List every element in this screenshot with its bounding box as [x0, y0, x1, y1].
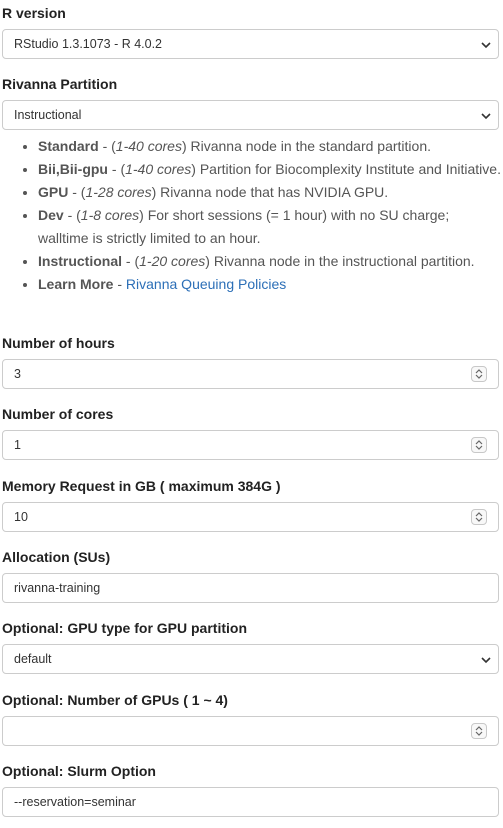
allocation-value: rivanna-training: [14, 581, 101, 595]
partition-name: Bii,Bii-gpu: [38, 161, 108, 177]
slurm-input[interactable]: --reservation=seminar: [2, 787, 499, 817]
memory-spinner-icon[interactable]: [471, 509, 487, 525]
gpu-type-select[interactable]: default: [2, 644, 499, 674]
memory-input[interactable]: 10: [2, 502, 499, 532]
hours-label: Number of hours: [2, 335, 115, 351]
cores-value: 1: [14, 438, 21, 452]
num-gpus-input[interactable]: [2, 716, 499, 746]
partition-item-learn-more: Learn More - Rivanna Queuing Policies: [38, 273, 501, 296]
partition-name: Dev: [38, 207, 64, 223]
partition-select[interactable]: Instructional: [2, 100, 499, 130]
cores-label: Number of cores: [2, 406, 114, 422]
partition-name: Instructional: [38, 253, 123, 269]
gpu-type-label: Optional: GPU type for GPU partition: [2, 620, 247, 636]
queuing-policies-link[interactable]: Rivanna Queuing Policies: [126, 276, 286, 292]
partition-descriptions: Standard - (1-40 cores) Rivanna node in …: [0, 135, 501, 296]
chevron-down-icon: [481, 657, 491, 664]
partition-label: Rivanna Partition: [2, 76, 118, 92]
partition-item-dev: Dev - (1-8 cores) For short sessions (= …: [38, 204, 501, 250]
learn-more-label: Learn More: [38, 276, 114, 292]
slurm-label: Optional: Slurm Option: [2, 763, 156, 779]
allocation-label: Allocation (SUs): [2, 549, 111, 565]
partition-item-bii: Bii,Bii-gpu - (1-40 cores) Partition for…: [38, 158, 501, 181]
hours-spinner-icon[interactable]: [471, 366, 487, 382]
session-form: R version RStudio 1.3.1073 - R 4.0.2 Riv…: [0, 0, 503, 828]
allocation-input[interactable]: rivanna-training: [2, 573, 499, 603]
slurm-value: --reservation=seminar: [14, 795, 136, 809]
chevron-down-icon: [481, 113, 491, 120]
partition-name: Standard: [38, 138, 99, 154]
partition-item-instructional: Instructional - (1-20 cores) Rivanna nod…: [38, 250, 501, 273]
r-version-select[interactable]: RStudio 1.3.1073 - R 4.0.2: [2, 29, 499, 59]
partition-selected: Instructional: [14, 108, 82, 122]
partition-name: GPU: [38, 184, 69, 200]
num-gpus-spinner-icon[interactable]: [471, 723, 487, 739]
hours-value: 3: [14, 367, 21, 381]
num-gpus-label: Optional: Number of GPUs ( 1 ~ 4): [2, 692, 228, 708]
cores-input[interactable]: 1: [2, 430, 499, 460]
r-version-selected: RStudio 1.3.1073 - R 4.0.2: [14, 37, 163, 51]
partition-item-gpu: GPU - (1-28 cores) Rivanna node that has…: [38, 181, 501, 204]
memory-label: Memory Request in GB ( maximum 384G ): [2, 478, 281, 494]
cores-spinner-icon[interactable]: [471, 437, 487, 453]
partition-item-standard: Standard - (1-40 cores) Rivanna node in …: [38, 135, 501, 158]
r-version-label: R version: [2, 5, 66, 21]
hours-input[interactable]: 3: [2, 359, 499, 389]
memory-value: 10: [14, 510, 28, 524]
chevron-down-icon: [481, 42, 491, 49]
gpu-type-selected: default: [14, 652, 52, 666]
